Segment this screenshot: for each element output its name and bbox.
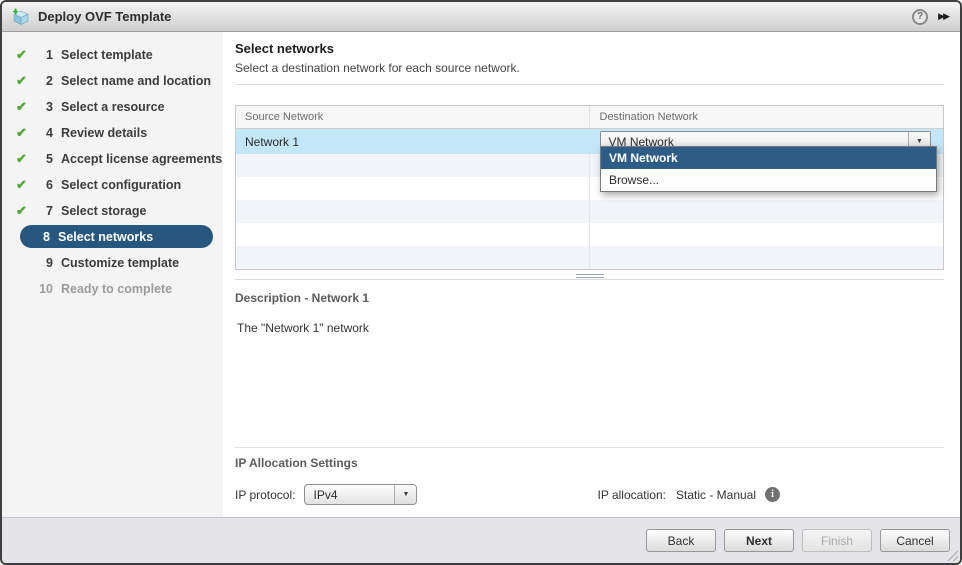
column-header-source-network[interactable]: Source Network — [236, 106, 590, 128]
step-number: 7 — [36, 204, 53, 218]
help-icon[interactable]: ? — [912, 9, 928, 25]
step-label: Accept license agreements — [61, 152, 222, 166]
chevron-down-icon[interactable]: ▼ — [394, 485, 416, 504]
sidebar-item-customize-template[interactable]: 9 Customize template — [2, 250, 223, 276]
collapse-icon[interactable]: ▶▶ — [938, 11, 950, 22]
sidebar-item-select-resource[interactable]: ✔ 3 Select a resource — [2, 94, 223, 120]
check-icon: ✔ — [16, 151, 36, 167]
step-label: Select storage — [61, 204, 146, 218]
combobox-value: IPv4 — [305, 488, 394, 502]
step-number: 2 — [36, 74, 53, 88]
step-number: 9 — [36, 256, 53, 270]
destination-network-dropdown-list: VM Network Browse... — [600, 146, 937, 192]
page-subtitle: Select a destination network for each so… — [235, 61, 944, 75]
sidebar-item-select-storage[interactable]: ✔ 7 Select storage — [2, 198, 223, 224]
description-section: Description - Network 1 The "Network 1" … — [223, 280, 960, 335]
ip-section-divider — [235, 447, 944, 448]
deploy-ovf-template-dialog: Deploy OVF Template ? ▶▶ ✔ 1 Select temp… — [0, 0, 962, 565]
finish-button: Finish — [802, 529, 872, 552]
dialog-title: Deploy OVF Template — [38, 9, 171, 24]
sidebar-item-review-details[interactable]: ✔ 4 Review details — [2, 120, 223, 146]
step-label: Select configuration — [61, 178, 181, 192]
page-title: Select networks — [235, 41, 944, 56]
sidebar-item-accept-license[interactable]: ✔ 5 Accept license agreements — [2, 146, 223, 172]
ip-protocol-combobox[interactable]: IPv4 ▼ — [304, 484, 417, 505]
step-number: 5 — [36, 152, 53, 166]
header-divider — [235, 84, 944, 85]
ip-allocation-row: IP protocol: IPv4 ▼ IP allocation: Stati… — [235, 484, 944, 505]
step-number: 1 — [36, 48, 53, 62]
page-head: Select networks Select a destination net… — [223, 41, 960, 75]
wizard-page-content: Select networks Select a destination net… — [223, 32, 960, 517]
ip-allocation-heading: IP Allocation Settings — [235, 456, 944, 470]
sidebar-item-select-name-location[interactable]: ✔ 2 Select name and location — [2, 68, 223, 94]
column-header-destination-network[interactable]: Destination Network — [590, 111, 944, 123]
ovf-template-icon — [12, 8, 30, 25]
ip-allocation-section: IP Allocation Settings IP protocol: IPv4… — [223, 447, 960, 517]
sidebar-item-select-template[interactable]: ✔ 1 Select template — [2, 42, 223, 68]
description-text: The "Network 1" network — [235, 321, 944, 335]
step-label: Select name and location — [61, 74, 211, 88]
step-number: 4 — [36, 126, 53, 140]
title-bar: Deploy OVF Template ? ▶▶ — [2, 2, 960, 32]
ip-protocol-label: IP protocol: — [235, 488, 295, 502]
step-label: Select template — [61, 48, 153, 62]
step-number: 8 — [33, 230, 50, 244]
dropdown-option-vm-network[interactable]: VM Network — [601, 147, 936, 169]
splitter-grip-icon[interactable] — [576, 274, 604, 278]
sidebar-item-select-networks[interactable]: 8 Select networks — [20, 225, 213, 248]
sidebar-item-ready-to-complete: 10 Ready to complete — [2, 276, 223, 302]
info-icon[interactable]: i — [765, 487, 780, 502]
step-label: Ready to complete — [61, 282, 172, 296]
ip-allocation-value: Static - Manual — [676, 488, 756, 502]
step-label: Select networks — [58, 230, 153, 244]
dropdown-option-browse[interactable]: Browse... — [601, 169, 936, 191]
empty-table-row — [236, 246, 943, 269]
wizard-steps-sidebar: ✔ 1 Select template ✔ 2 Select name and … — [2, 32, 223, 517]
resize-grip-icon[interactable] — [947, 550, 958, 561]
check-icon: ✔ — [16, 125, 36, 141]
dialog-body: ✔ 1 Select template ✔ 2 Select name and … — [2, 32, 960, 517]
pane-splitter[interactable] — [235, 272, 944, 280]
empty-table-row — [236, 200, 943, 223]
step-label: Select a resource — [61, 100, 165, 114]
check-icon: ✔ — [16, 99, 36, 115]
step-number: 10 — [36, 282, 53, 296]
content-spacer — [223, 335, 960, 447]
description-heading: Description - Network 1 — [235, 291, 944, 305]
check-icon: ✔ — [16, 177, 36, 193]
step-label: Customize template — [61, 256, 179, 270]
empty-table-row — [236, 223, 943, 246]
step-label: Review details — [61, 126, 147, 140]
back-button[interactable]: Back — [646, 529, 716, 552]
sidebar-item-select-configuration[interactable]: ✔ 6 Select configuration — [2, 172, 223, 198]
step-number: 6 — [36, 178, 53, 192]
check-icon: ✔ — [16, 203, 36, 219]
next-button[interactable]: Next — [724, 529, 794, 552]
table-header-row: Source Network Destination Network — [236, 106, 943, 129]
dialog-footer: Back Next Finish Cancel — [2, 517, 960, 563]
check-icon: ✔ — [16, 73, 36, 89]
check-icon: ✔ — [16, 47, 36, 63]
source-network-cell[interactable]: Network 1 — [236, 135, 590, 149]
step-number: 3 — [36, 100, 53, 114]
cancel-button[interactable]: Cancel — [880, 529, 950, 552]
ip-allocation-label: IP allocation: — [597, 488, 666, 502]
